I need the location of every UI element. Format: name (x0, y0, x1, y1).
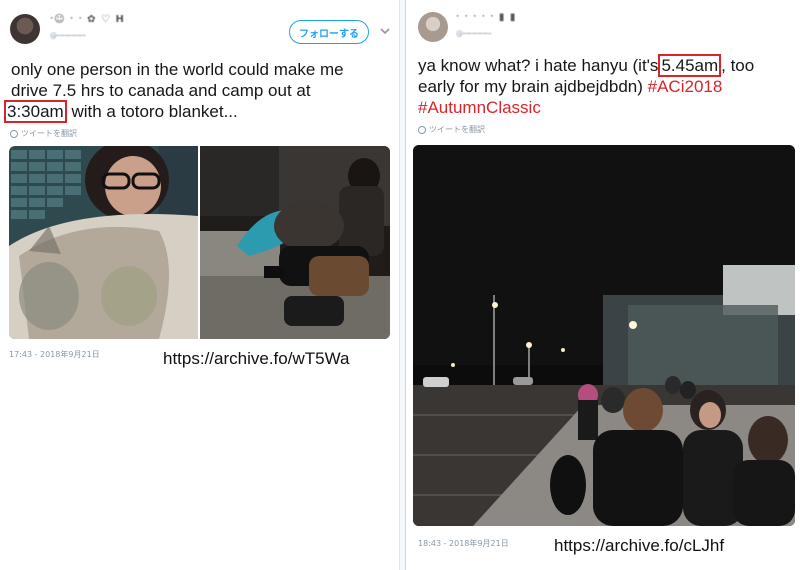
right-timestamp[interactable]: 18:43 - 2018年9月21日 (418, 538, 509, 549)
globe-icon (418, 125, 426, 134)
right-tweet-line2: early for my brain ajdbejdbdn) #ACi2018 (418, 76, 722, 97)
left-display-name[interactable]: ᐧ☺ ᐧ ᐧ ✿ ♡ H (50, 14, 125, 25)
left-timestamp[interactable]: 17:43 - 2018年9月21日 (9, 349, 100, 360)
right-tweet-media[interactable] (413, 145, 795, 526)
right-handle[interactable]: @ꟷꟷꟷꟷꟷ (456, 30, 492, 39)
left-translate-link[interactable]: ツイートを翻訳 (10, 128, 77, 139)
left-handle[interactable]: @ꟷꟷꟷꟷꟷ (50, 32, 86, 41)
left-media-photos (9, 146, 390, 339)
hashtag-aci2018[interactable]: #ACi2018 (648, 77, 723, 96)
left-avatar[interactable] (10, 14, 40, 44)
right-translate-label: ツイートを翻訳 (429, 125, 485, 134)
right-tweet-line1: ya know what? i hate hanyu (it's 5.45am, … (418, 54, 755, 77)
hashtag-autumnclassic[interactable]: #AutumnClassic (418, 97, 541, 118)
left-tweet-line3-rest: with a totoro blanket... (71, 102, 238, 121)
left-tweet-media[interactable] (9, 146, 390, 339)
follow-button[interactable]: フォローする (289, 20, 369, 44)
right-tweet-line1-pre: ya know what? i hate hanyu (it's (418, 56, 659, 75)
globe-icon (10, 129, 18, 138)
right-avatar[interactable] (418, 12, 448, 42)
right-display-name[interactable]: ᐧ ᐧ ᐧ ᐧ ᐧ ▮ ▮ (456, 12, 516, 23)
left-tweet-line2: drive 7.5 hrs to canada and camp out at (11, 81, 311, 100)
left-tweet-line1: only one person in the world could make … (11, 60, 344, 79)
right-tweet-line2-pre: early for my brain ajdbejdbdn) (418, 77, 643, 96)
chevron-down-icon[interactable] (378, 24, 392, 38)
right-media-photo (413, 145, 795, 526)
right-archive-url[interactable]: https://archive.fo/cLJhf (554, 536, 724, 556)
left-archive-url[interactable]: https://archive.fo/wT5Wa (163, 349, 349, 369)
time-highlight-box: 3:30am (4, 100, 67, 123)
right-tweet-line1-post: , too (721, 56, 755, 75)
left-tweet-line3: 3:30am with a totoro blanket... (4, 100, 238, 123)
time-highlight-box-right: 5.45am (658, 54, 722, 77)
left-translate-label: ツイートを翻訳 (21, 129, 77, 138)
right-translate-link[interactable]: ツイートを翻訳 (418, 124, 485, 135)
